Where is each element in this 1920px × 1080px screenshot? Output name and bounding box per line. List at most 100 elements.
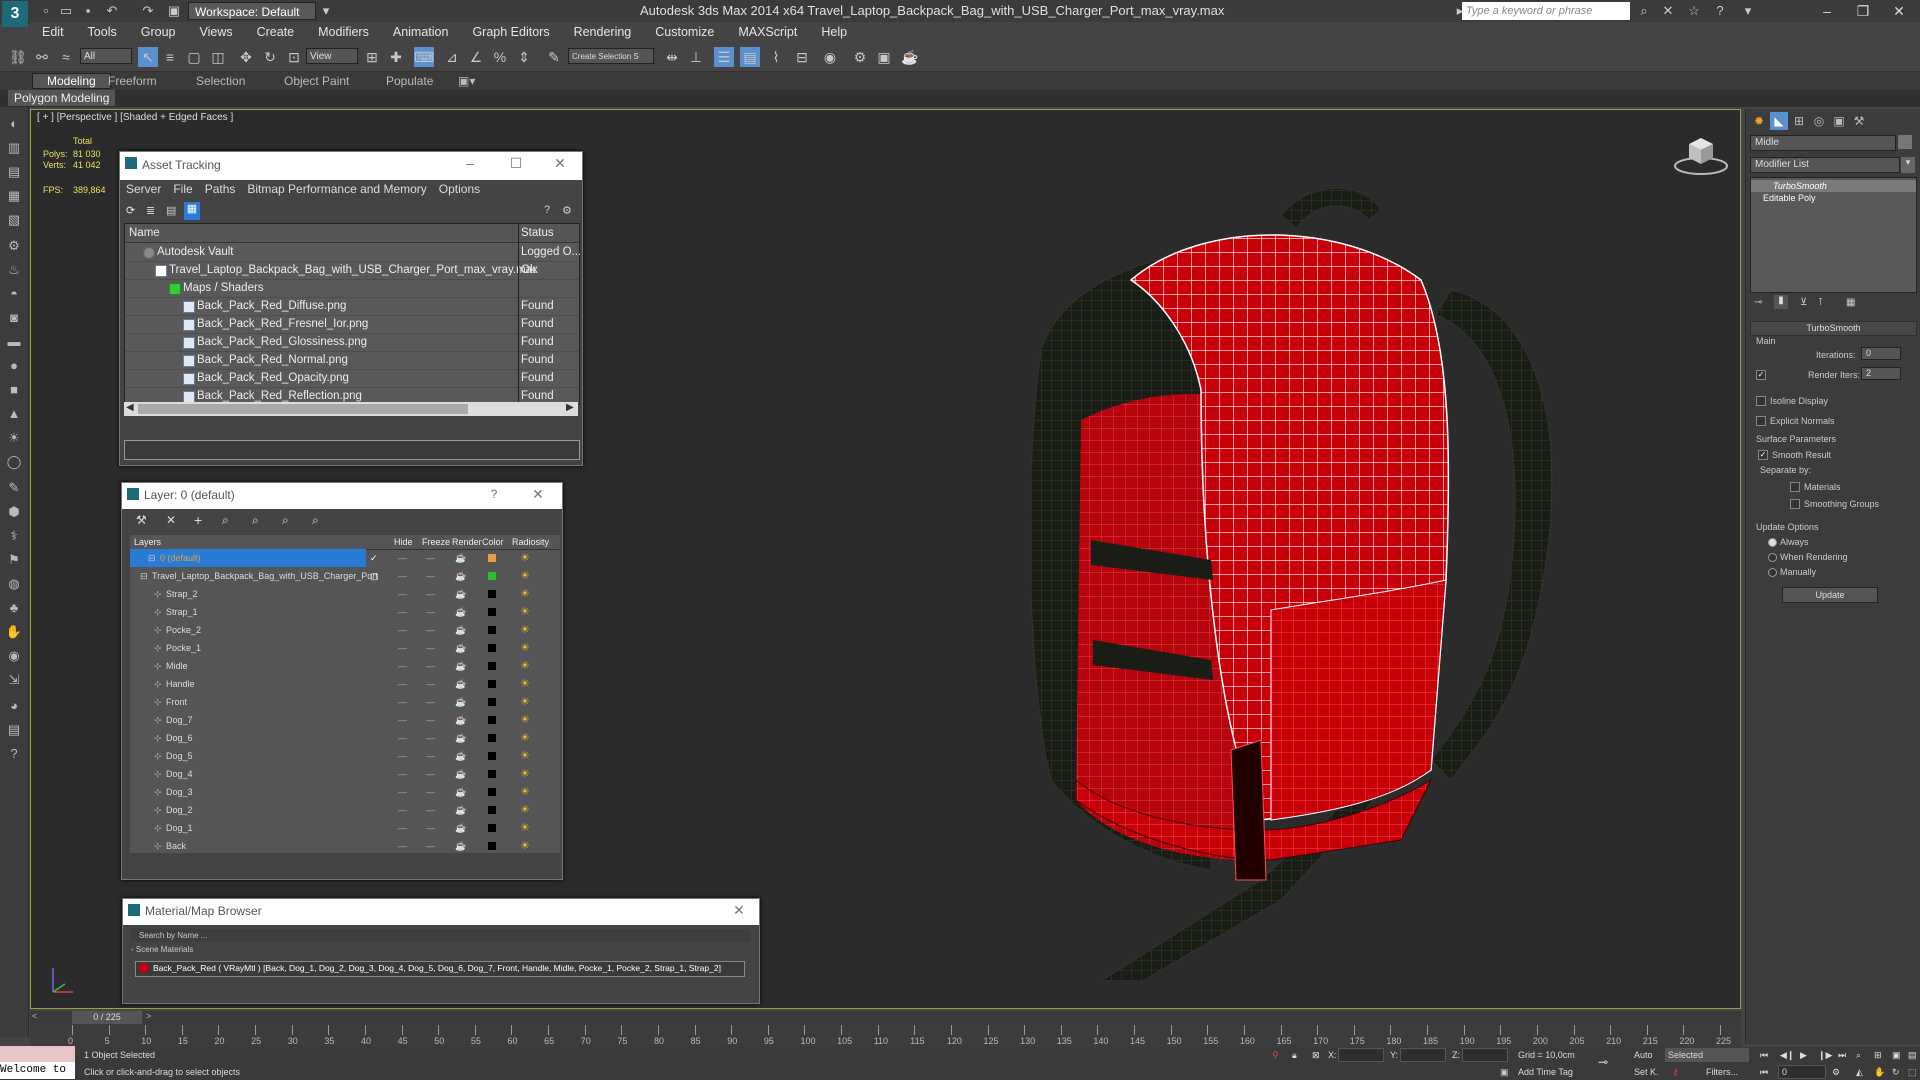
zoom-all-icon[interactable]: ⊞ bbox=[1874, 1050, 1882, 1061]
layer-icon[interactable]: ▥ bbox=[5, 139, 23, 157]
x-coordinate-field[interactable] bbox=[1338, 1048, 1384, 1062]
explicit-normals-checkbox[interactable] bbox=[1756, 416, 1766, 426]
layer-row[interactable]: ⊹ Back — — ☕ ☀ bbox=[130, 837, 560, 855]
asset-row[interactable]: Back_Pack_Red_Fresnel_Ior.png Found bbox=[125, 315, 579, 334]
render-teapot-icon[interactable]: ☕ bbox=[455, 837, 466, 855]
help-icon[interactable]: ? bbox=[544, 204, 550, 216]
freeze-toggle[interactable]: — bbox=[426, 657, 435, 675]
menu-maxscript[interactable]: MAXScript bbox=[726, 22, 809, 42]
go-to-end-icon[interactable]: ⏭ bbox=[1838, 1050, 1846, 1061]
render-teapot-icon[interactable]: ☕ bbox=[455, 657, 466, 675]
freeze-toggle[interactable]: — bbox=[426, 819, 435, 837]
globe-icon[interactable]: ◍ bbox=[5, 575, 23, 593]
layer-color-swatch[interactable] bbox=[488, 734, 496, 742]
render-teapot-icon[interactable]: ☕ bbox=[455, 783, 466, 801]
project-folder-icon[interactable]: ▣ bbox=[166, 3, 182, 19]
layer-color-swatch[interactable] bbox=[488, 698, 496, 706]
layer-row[interactable]: ⊹ Strap_2 — — ☕ ☀ bbox=[130, 585, 560, 603]
column-name[interactable]: Name bbox=[129, 224, 160, 242]
layer-color-swatch[interactable] bbox=[488, 590, 496, 598]
isolate-icon[interactable]: ⚲ bbox=[1272, 1050, 1279, 1061]
show-end-result-icon[interactable]: ▮ bbox=[1774, 295, 1788, 309]
stack-item-editable-poly[interactable]: Editable Poly bbox=[1751, 192, 1916, 204]
hide-toggle[interactable]: — bbox=[398, 729, 407, 747]
polygon-modeling-panel[interactable]: Polygon Modeling bbox=[8, 90, 116, 106]
app-logo[interactable]: 3 bbox=[2, 1, 28, 27]
list-icon[interactable]: ≣ bbox=[146, 204, 155, 217]
bind-spacewarp-icon[interactable]: ≈ bbox=[56, 47, 76, 67]
y-coordinate-field[interactable] bbox=[1400, 1048, 1446, 1062]
asset-row[interactable]: Back_Pack_Red_Diffuse.png Found bbox=[125, 297, 579, 316]
rectangular-selection-icon[interactable]: ▢ bbox=[184, 47, 204, 67]
object-name-field[interactable]: Midle bbox=[1750, 135, 1896, 151]
tab-selection[interactable]: Selection bbox=[196, 74, 245, 88]
orbit-icon[interactable]: ↻ bbox=[1892, 1067, 1900, 1078]
hide-toggle[interactable]: — bbox=[398, 621, 407, 639]
maximize-icon[interactable]: ☐ bbox=[506, 155, 526, 172]
pivot-center-icon[interactable]: ⊞ bbox=[362, 47, 382, 67]
hide-toggle[interactable]: — bbox=[398, 711, 407, 729]
menu-views[interactable]: Views bbox=[187, 22, 244, 42]
workspace-dropdown[interactable]: Workspace: Default bbox=[188, 2, 316, 20]
current-frame-field[interactable]: 0 bbox=[1778, 1065, 1826, 1079]
zoom-extents-all-icon[interactable]: ▤ bbox=[1908, 1050, 1917, 1061]
render-teapot-icon[interactable]: ☕ bbox=[455, 585, 466, 603]
select-manipulate-icon[interactable]: ✚ bbox=[386, 47, 406, 67]
menu-paths[interactable]: Paths bbox=[199, 180, 242, 198]
key-icon[interactable]: ⊸ bbox=[1598, 1055, 1608, 1069]
viewport-icon[interactable]: ◐ bbox=[5, 115, 23, 133]
menu-rendering[interactable]: Rendering bbox=[562, 22, 644, 42]
menu-file[interactable]: File bbox=[167, 180, 198, 198]
layer-row[interactable]: ⊹ Pocke_1 — — ☕ ☀ bbox=[130, 639, 560, 657]
hide-toggle[interactable]: — bbox=[398, 819, 407, 837]
render-iters-checkbox[interactable]: ✓ bbox=[1756, 370, 1766, 380]
cloth-icon[interactable]: ⚑ bbox=[5, 551, 23, 569]
render-teapot-icon[interactable]: ☕ bbox=[455, 765, 466, 783]
always-radio[interactable] bbox=[1768, 538, 1777, 547]
freeze-all-icon[interactable]: ⌕ bbox=[312, 513, 319, 528]
render-iters-spinner[interactable]: 2 bbox=[1861, 367, 1901, 380]
smooth-result-checkbox[interactable]: ✓ bbox=[1758, 450, 1768, 460]
undo-icon[interactable]: ↶ bbox=[104, 3, 120, 19]
sphere-icon[interactable]: ● bbox=[5, 357, 23, 375]
object-color-swatch[interactable] bbox=[1898, 135, 1912, 149]
tab-object-paint[interactable]: Object Paint bbox=[284, 74, 349, 88]
asset-row[interactable]: Maps / Shaders bbox=[125, 279, 579, 298]
radiosity-sun-icon[interactable]: ☀ bbox=[520, 603, 530, 621]
layer-color-swatch[interactable] bbox=[488, 752, 496, 760]
current-layer-check-icon[interactable]: ✓ bbox=[370, 549, 378, 567]
radiosity-sun-icon[interactable]: ☀ bbox=[520, 801, 530, 819]
unlink-icon[interactable]: ⚯ bbox=[32, 47, 52, 67]
render-teapot-icon[interactable]: ☕ bbox=[455, 603, 466, 621]
layer-row[interactable]: ⊹ Dog_6 — — ☕ ☀ bbox=[130, 729, 560, 747]
keyword-search-input[interactable]: Type a keyword or phrase bbox=[1462, 2, 1630, 20]
stack-item-turbosmooth[interactable]: TurboSmooth bbox=[1751, 180, 1916, 192]
settings-icon[interactable]: ⚙ bbox=[562, 204, 572, 217]
hide-toggle[interactable]: — bbox=[398, 801, 407, 819]
freeze-toggle[interactable]: — bbox=[426, 747, 435, 765]
key-filter-dropdown[interactable]: Selected bbox=[1665, 1048, 1749, 1062]
freeze-toggle[interactable]: — bbox=[426, 801, 435, 819]
render-teapot-icon[interactable]: ☕ bbox=[455, 819, 466, 837]
set-key-icon[interactable]: ⚷ bbox=[1672, 1067, 1679, 1078]
chevron-down-icon[interactable]: ▾ bbox=[1901, 157, 1915, 173]
layer-row[interactable]: ⊹ Dog_1 — — ☕ ☀ bbox=[130, 819, 560, 837]
bone-icon[interactable]: ⚕ bbox=[5, 527, 23, 545]
rotate-icon[interactable]: ↻ bbox=[260, 47, 280, 67]
layer-manager-icon[interactable]: ☰ bbox=[714, 47, 734, 67]
freeze-toggle[interactable]: — bbox=[426, 549, 435, 567]
time-slider-frame[interactable]: 0 / 225 bbox=[72, 1011, 142, 1024]
tab-freeform[interactable]: Freeform bbox=[108, 74, 157, 88]
layer-color-swatch[interactable] bbox=[488, 842, 496, 850]
hide-toggle[interactable]: — bbox=[398, 783, 407, 801]
scroll-right-icon[interactable]: ▶ bbox=[566, 402, 574, 413]
rendered-frame-window-icon[interactable]: ▣ bbox=[874, 47, 894, 67]
layer-color-swatch[interactable] bbox=[488, 554, 496, 562]
hierarchy-icon[interactable]: ⚙ bbox=[5, 237, 23, 255]
time-config-icon[interactable]: ⚙ bbox=[1832, 1067, 1840, 1078]
question-icon[interactable]: ? bbox=[5, 745, 23, 763]
modifier-list-dropdown[interactable]: Modifier List bbox=[1750, 157, 1900, 173]
menu-animation[interactable]: Animation bbox=[381, 22, 461, 42]
align-icon[interactable]: ⊥ bbox=[686, 47, 706, 67]
light-icon[interactable]: ▬ bbox=[5, 333, 23, 351]
